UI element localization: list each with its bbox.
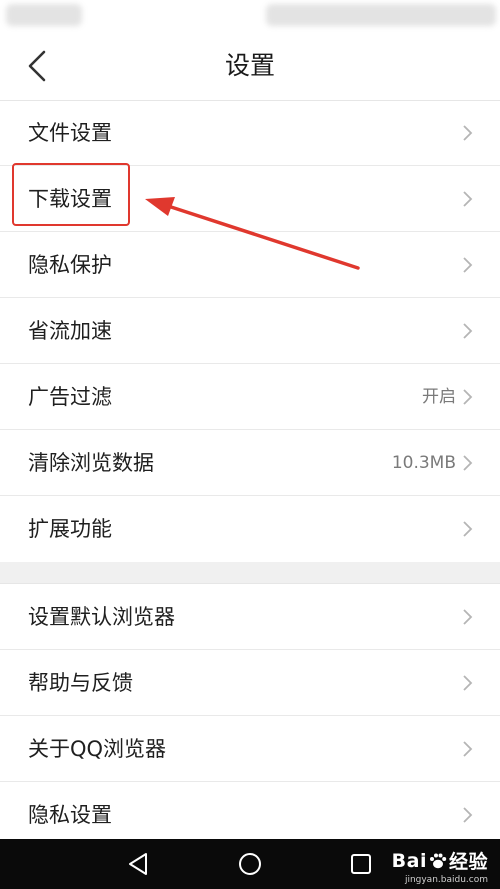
watermark-url: jingyan.baidu.com <box>404 875 488 885</box>
row-label: 清除浏览数据 <box>28 451 154 475</box>
row-ad-filter[interactable]: 广告过滤 开启 <box>0 364 500 430</box>
watermark-brand: Bai 经验 <box>392 847 488 874</box>
section-divider <box>0 562 500 584</box>
row-set-default-browser[interactable]: 设置默认浏览器 <box>0 584 500 650</box>
status-bar-right-blur <box>266 4 496 26</box>
row-help-feedback[interactable]: 帮助与反馈 <box>0 650 500 716</box>
chevron-right-icon <box>463 741 473 757</box>
row-clear-browsing-data[interactable]: 清除浏览数据 10.3MB <box>0 430 500 496</box>
status-bar-left-blur <box>6 4 82 26</box>
chevron-right-icon <box>463 609 473 625</box>
row-label: 隐私保护 <box>28 253 112 277</box>
paw-icon <box>429 853 447 868</box>
chevron-right-icon <box>463 455 473 471</box>
row-label: 扩展功能 <box>28 517 112 541</box>
nav-recent-button[interactable] <box>346 849 376 879</box>
chevron-right-icon <box>463 807 473 823</box>
chevron-right-icon <box>463 323 473 339</box>
nav-back-button[interactable] <box>124 849 154 879</box>
watermark-brand-suffix: 经验 <box>448 851 488 873</box>
chevron-right-icon <box>463 125 473 141</box>
status-bar <box>0 0 500 32</box>
chevron-right-icon <box>463 257 473 273</box>
annotation-highlight-box <box>12 163 130 226</box>
chevron-right-icon <box>463 191 473 207</box>
row-value: 开启 <box>422 387 456 407</box>
row-label: 设置默认浏览器 <box>28 605 175 629</box>
chevron-right-icon <box>463 521 473 537</box>
circle-home-icon <box>239 853 261 875</box>
page-title: 设置 <box>224 51 275 80</box>
row-label: 关于QQ浏览器 <box>28 737 167 761</box>
baidu-jingyan-watermark: Bai 经验 jingyan.baidu.com <box>392 847 488 886</box>
header: 设置 <box>0 32 500 101</box>
chevron-right-icon <box>463 675 473 691</box>
square-recent-icon <box>351 854 371 874</box>
watermark-brand-text: Bai <box>391 849 427 872</box>
row-label: 帮助与反馈 <box>28 671 133 695</box>
row-file-settings[interactable]: 文件设置 <box>0 100 500 166</box>
chevron-right-icon <box>463 389 473 405</box>
navigation-bar: Bai 经验 jingyan.baidu.com <box>0 839 500 889</box>
row-data-saving[interactable]: 省流加速 <box>0 298 500 364</box>
row-label: 文件设置 <box>28 121 112 145</box>
row-privacy-protection[interactable]: 隐私保护 <box>0 232 500 298</box>
row-label: 广告过滤 <box>28 385 112 409</box>
triangle-back-icon <box>129 853 147 875</box>
nav-home-button[interactable] <box>235 849 265 879</box>
row-label: 省流加速 <box>28 319 112 343</box>
row-extensions[interactable]: 扩展功能 <box>0 496 500 562</box>
row-about-qq-browser[interactable]: 关于QQ浏览器 <box>0 716 500 782</box>
row-value: 10.3MB <box>391 453 456 473</box>
